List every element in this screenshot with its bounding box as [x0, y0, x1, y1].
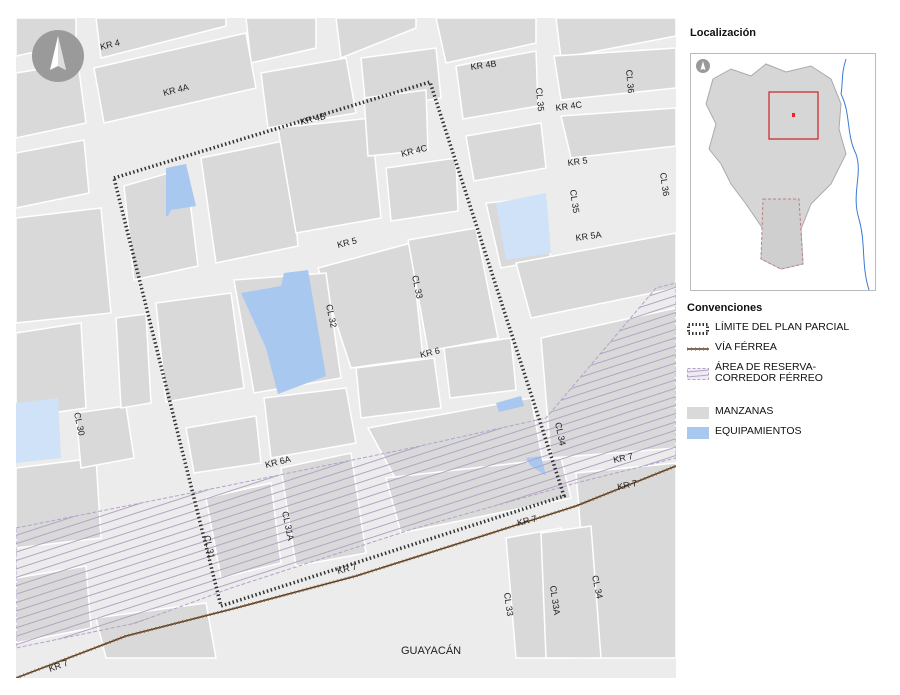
locator-plan [792, 113, 795, 117]
block [245, 18, 317, 64]
legend-item-boundary: LÍMITE DEL PLAN PARCIAL [687, 322, 849, 338]
south-district [760, 198, 804, 270]
legend-label: LÍMITE DEL PLAN PARCIAL [715, 321, 850, 333]
block [443, 337, 517, 399]
street-label: CL 33 [502, 592, 515, 617]
street-label: KR 5 [567, 155, 588, 168]
locator-map [690, 53, 876, 291]
equipment-area [496, 193, 551, 260]
block [185, 415, 262, 474]
street-label: KR 7 [516, 513, 538, 528]
legend-item-reserve: ÁREA DE RESERVA- CORREDOR FÉRREO [687, 362, 823, 388]
railway-line-icon [687, 347, 709, 351]
dotted-boundary-icon [687, 323, 709, 335]
block [75, 405, 135, 469]
block [355, 357, 442, 419]
block [455, 50, 539, 120]
locator-svg [691, 54, 875, 290]
north-arrow-icon [696, 59, 710, 73]
legend-title: Convenciones [687, 302, 763, 314]
map-svg: KR 4 KR 4A KR 4B KR 4B KR 4C KR 4C KR 5 … [16, 18, 676, 678]
legend-label: VÍA FÉRREA [715, 341, 777, 353]
legend-label: ÁREA DE RESERVA- CORREDOR FÉRREO [715, 361, 823, 384]
block [465, 122, 547, 182]
block [553, 47, 676, 101]
street-label: KR 7 [47, 658, 69, 674]
legend-label: MANZANAS [715, 405, 774, 417]
block [16, 207, 112, 324]
block [16, 139, 90, 209]
block [115, 313, 152, 409]
street-label: CL 36 [624, 69, 636, 93]
legend-item-equipment: EQUIPAMIENTOS [687, 426, 802, 442]
street-label: KR 4C [555, 99, 583, 113]
block [155, 292, 245, 403]
north-arrow-icon [32, 30, 84, 82]
locator-title: Localización [690, 27, 757, 39]
street-label: KR 7 [336, 561, 358, 576]
street-label: CL 36 [658, 172, 671, 197]
block-fill-icon [687, 407, 709, 419]
block [560, 107, 676, 159]
legend-label: EQUIPAMIENTOS [715, 425, 802, 437]
legend-item-railway: VÍA FÉRREA [687, 342, 777, 358]
street-label: CL 35 [534, 87, 546, 111]
street-label: CL 35 [568, 189, 581, 214]
block [385, 157, 459, 222]
street-label: KR 5 [336, 235, 358, 250]
block [263, 387, 357, 459]
place-label: GUAYACÁN [401, 644, 461, 657]
hatched-area-icon [687, 368, 709, 380]
street-label: KR 5A [575, 229, 602, 243]
legend-item-blocks: MANZANAS [687, 406, 773, 422]
side-panel: Localización Convenciones LÍMITE DEL PLA… [685, 18, 890, 678]
block [277, 117, 382, 234]
equipment-fill-icon [687, 427, 709, 439]
map-canvas: KR 4 KR 4A KR 4B KR 4B KR 4C KR 4C KR 5 … [16, 18, 676, 678]
equipment-area [16, 398, 61, 463]
